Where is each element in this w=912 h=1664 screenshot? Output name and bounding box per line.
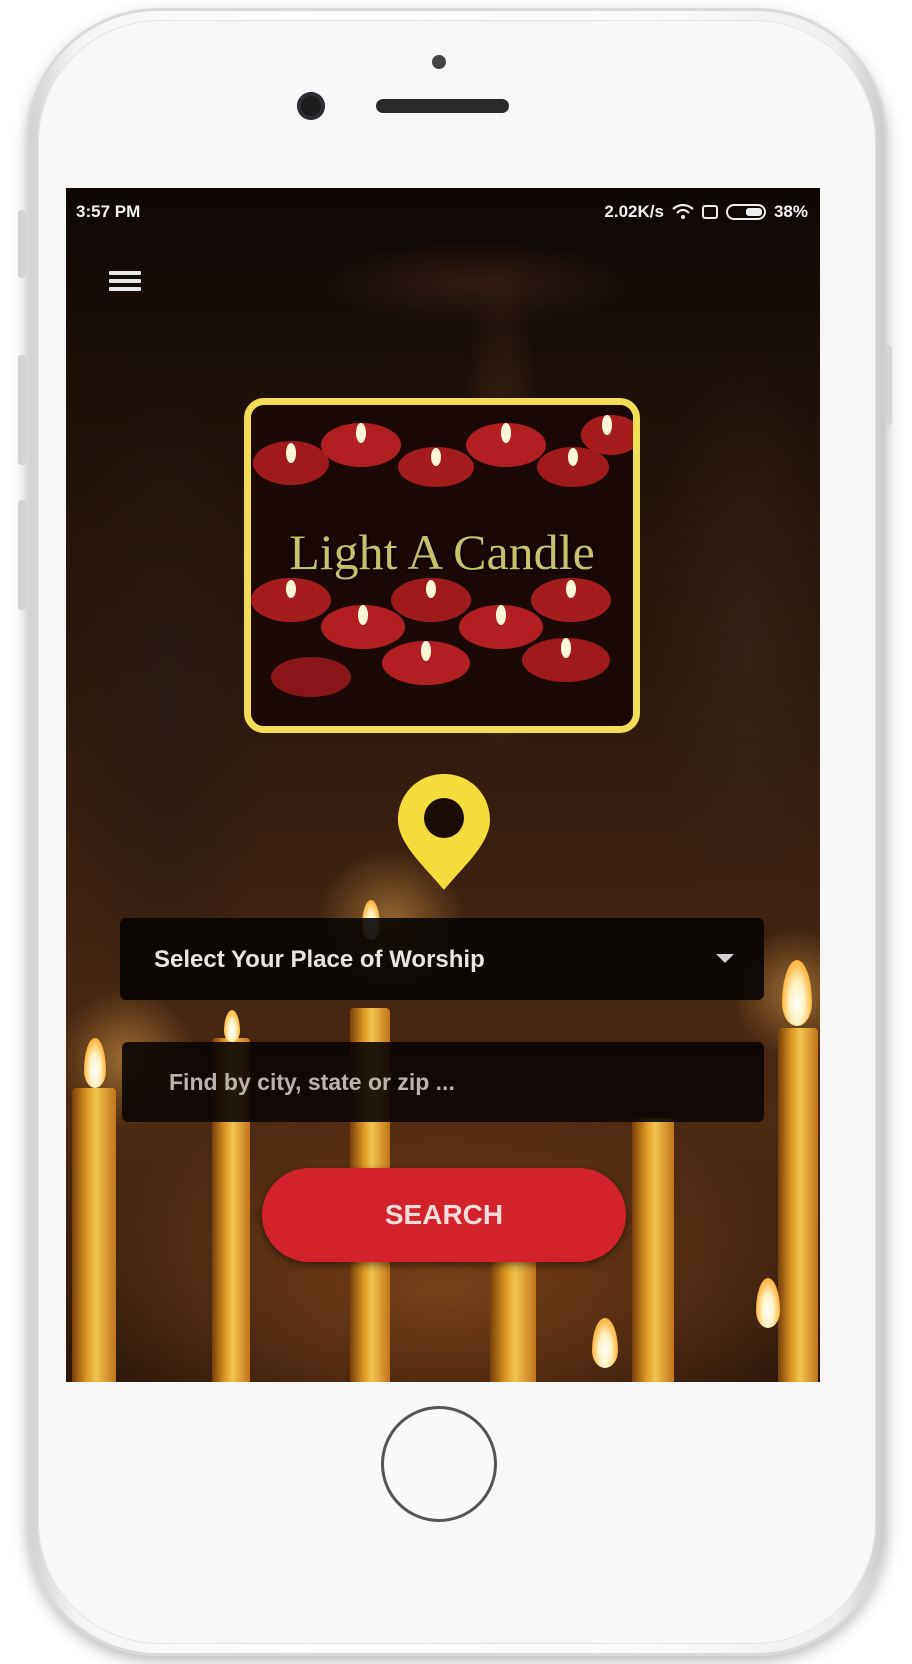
front-camera [297,92,325,120]
worship-select-label: Select Your Place of Worship [154,946,485,973]
status-bar: 3:57 PM 2.02K/s 38% [66,188,820,240]
location-pin-icon [398,774,490,890]
city-search-input[interactable] [122,1042,764,1122]
status-time: 3:57 PM [76,202,141,221]
battery-icon [725,204,766,220]
worship-select[interactable]: Select Your Place of Worship [120,918,764,1000]
battery-percent: 38% [773,202,808,221]
chevron-down-icon [716,954,734,963]
candle [778,1028,818,1382]
home-button[interactable] [381,1406,497,1522]
wifi-icon [672,204,694,219]
volume-up-button [18,355,26,465]
volume-down-button [18,500,26,610]
candle [632,1118,674,1382]
sim-icon [701,205,718,219]
menu-icon[interactable] [109,271,141,297]
logo-text: Light A Candle [289,524,595,580]
candle [72,1088,116,1382]
power-button [884,345,892,425]
proximity-sensor [432,55,446,69]
app-screen: 3:57 PM 2.02K/s 38% Light A Candle Selec… [66,188,820,1382]
candle-flame [224,1010,240,1042]
app-logo: Light A Candle [244,398,640,733]
status-indicators: 2.02K/s 38% [604,202,808,222]
search-button[interactable]: SEARCH [262,1168,626,1262]
mute-switch [18,210,26,278]
network-speed: 2.02K/s [604,202,664,221]
candle-flame [756,1278,780,1328]
earpiece-speaker [376,99,509,113]
candle-flame [592,1318,618,1368]
